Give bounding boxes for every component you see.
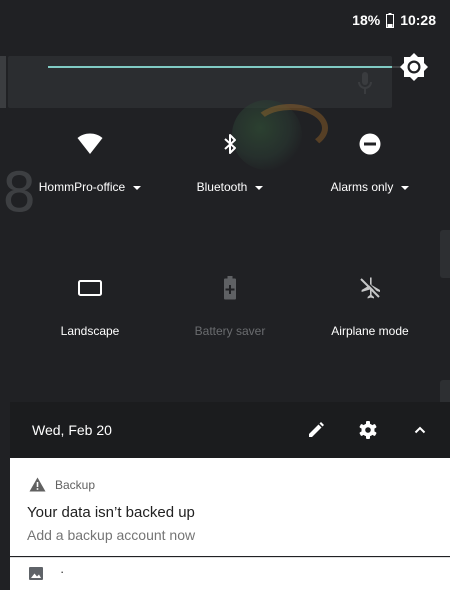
chevron-down-icon[interactable] (255, 185, 264, 190)
tile-rotation[interactable]: Landscape (20, 274, 160, 338)
gear-icon[interactable] (358, 420, 378, 440)
notification-image[interactable]: · (10, 557, 450, 590)
chevron-up-icon[interactable] (410, 420, 430, 440)
tile-rotation-label: Landscape (60, 324, 120, 338)
notification-text: · (60, 564, 65, 579)
quick-settings-footer: Wed, Feb 20 (10, 402, 450, 458)
battery-saver-icon (224, 276, 236, 300)
tile-do-not-disturb[interactable]: Alarms only (300, 130, 440, 194)
background-clock-digit: 8 (2, 161, 37, 224)
image-icon (29, 567, 43, 580)
status-bar: 18% 10:28 (352, 8, 436, 32)
brightness-slider-fill (48, 66, 393, 68)
chevron-down-icon[interactable] (133, 185, 142, 190)
notification-backup[interactable]: Backup Your data isn’t backed up Add a b… (10, 458, 450, 556)
background-search-bar (8, 56, 392, 108)
bluetooth-icon (224, 134, 236, 154)
background-mic-icon (358, 72, 372, 94)
tile-wifi[interactable]: HommPro-office (20, 130, 160, 194)
notification-title: Your data isn’t backed up (27, 504, 195, 521)
do-not-disturb-icon (359, 133, 381, 155)
tile-airplane-mode-label: Airplane mode (331, 324, 409, 338)
background-edge-tab (440, 230, 450, 278)
tile-do-not-disturb-label[interactable]: Alarms only (331, 180, 394, 194)
chevron-down-icon[interactable] (401, 185, 410, 190)
notification-body: Add a backup account now (27, 527, 196, 543)
notification-app-name: Backup (55, 477, 96, 492)
notification-header: Backup (29, 477, 95, 492)
wifi-icon (77, 133, 103, 154)
brightness-icon[interactable] (399, 52, 429, 82)
brightness-slider[interactable] (48, 66, 414, 68)
date-label[interactable]: Wed, Feb 20 (32, 422, 112, 438)
tile-battery-saver[interactable]: Battery saver (160, 274, 300, 338)
warning-icon (29, 477, 46, 492)
pencil-icon[interactable] (306, 420, 326, 440)
airplane-icon (360, 277, 381, 299)
tile-bluetooth-label[interactable]: Bluetooth (197, 180, 248, 194)
clock: 10:28 (400, 12, 436, 28)
tile-battery-saver-label: Battery saver (194, 324, 266, 338)
screen-rotation-icon (78, 280, 102, 296)
tile-bluetooth[interactable]: Bluetooth (160, 130, 300, 194)
tile-wifi-label[interactable]: HommPro-office (39, 180, 125, 194)
battery-percent: 18% (352, 12, 381, 28)
tile-airplane-mode[interactable]: Airplane mode (300, 274, 440, 338)
background-edge (0, 56, 6, 108)
battery-low-icon (386, 12, 395, 28)
